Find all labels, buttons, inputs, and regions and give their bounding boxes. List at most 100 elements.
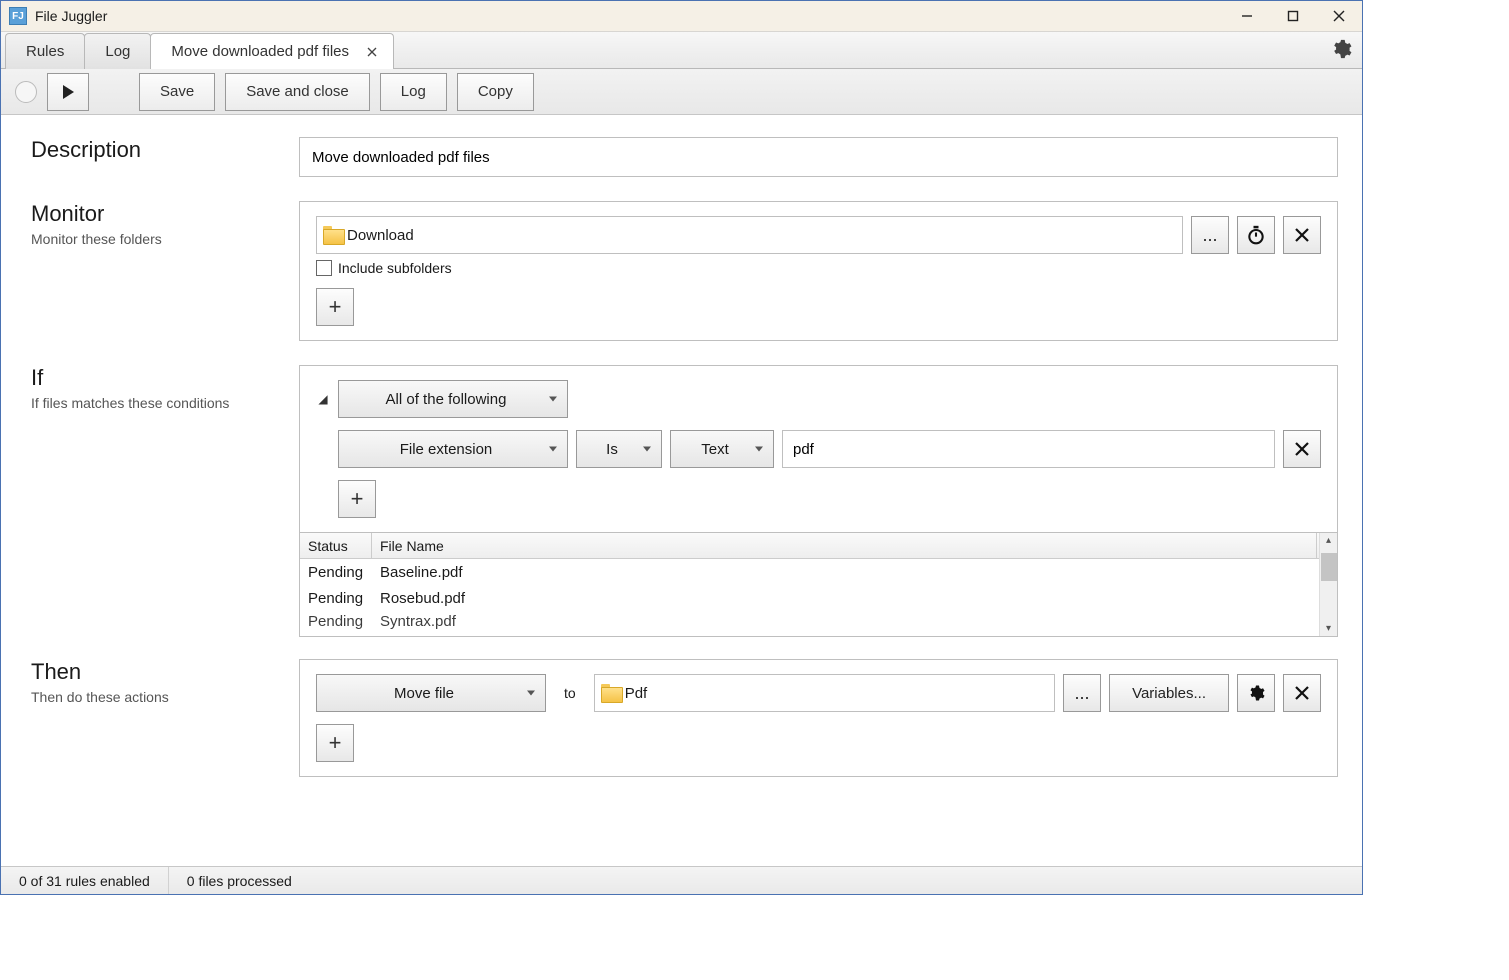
- condition-type-select[interactable]: Text: [670, 430, 774, 468]
- tab-rules-label: Rules: [26, 43, 64, 60]
- tab-close-button[interactable]: [363, 44, 381, 60]
- tab-active-rule[interactable]: Move downloaded pdf files: [150, 33, 394, 69]
- col-status-header[interactable]: Status: [300, 533, 372, 558]
- list-scrollbar[interactable]: ▴ ▾: [1319, 533, 1337, 636]
- scroll-thumb[interactable]: [1321, 553, 1337, 581]
- tab-log[interactable]: Log: [84, 33, 151, 69]
- action-folder-text: Pdf: [625, 685, 648, 702]
- close-icon: [1294, 685, 1310, 701]
- close-window-button[interactable]: [1316, 1, 1362, 32]
- section-monitor: Monitor Monitor these folders Download .…: [31, 201, 1338, 341]
- then-sub: Then do these actions: [31, 689, 299, 705]
- toolbar: Save Save and close Log Copy: [1, 69, 1362, 115]
- monitor-title: Monitor: [31, 201, 299, 227]
- list-item[interactable]: Pending Syntrax.pdf: [300, 611, 1337, 631]
- remove-folder-button[interactable]: [1283, 216, 1321, 254]
- action-browse-button[interactable]: ...: [1063, 674, 1101, 712]
- minimize-icon: [1238, 7, 1256, 25]
- browse-label: ...: [1075, 683, 1090, 704]
- save-label: Save: [160, 83, 194, 100]
- remove-condition-button[interactable]: [1283, 430, 1321, 468]
- monitor-sub: Monitor these folders: [31, 231, 299, 247]
- minimize-button[interactable]: [1224, 1, 1270, 32]
- browse-folder-button[interactable]: ...: [1191, 216, 1229, 254]
- condition-type-label: Text: [701, 441, 729, 458]
- run-button[interactable]: [47, 73, 89, 111]
- save-button[interactable]: Save: [139, 73, 215, 111]
- tab-active-label: Move downloaded pdf files: [171, 43, 349, 60]
- matched-files-list: Status File Name Pending Baseline.pdf Pe…: [299, 533, 1338, 637]
- add-condition-button[interactable]: +: [338, 480, 376, 518]
- condition-op-label: Is: [606, 441, 618, 458]
- gear-icon: [1247, 684, 1265, 702]
- tabstrip: Rules Log Move downloaded pdf files: [1, 32, 1362, 69]
- condition-group-mode-select[interactable]: All of the following: [338, 380, 568, 418]
- action-settings-button[interactable]: [1237, 674, 1275, 712]
- section-then: Then Then do these actions Move file to …: [31, 659, 1338, 777]
- timer-button[interactable]: [1237, 216, 1275, 254]
- section-if: If If files matches these conditions ◢ A…: [31, 365, 1338, 637]
- tab-rules[interactable]: Rules: [5, 33, 85, 69]
- window-title: File Juggler: [35, 8, 107, 24]
- group-mode-label: All of the following: [386, 391, 507, 408]
- maximize-button[interactable]: [1270, 1, 1316, 32]
- browse-label: ...: [1202, 225, 1217, 246]
- window-controls: [1224, 1, 1362, 32]
- condition-value-input[interactable]: [782, 430, 1275, 468]
- to-label: to: [554, 685, 586, 701]
- row-filename: Rosebud.pdf: [372, 590, 1337, 607]
- scroll-down-icon: ▾: [1326, 621, 1331, 636]
- action-folder-input[interactable]: Pdf: [594, 674, 1055, 712]
- condition-op-select[interactable]: Is: [576, 430, 662, 468]
- add-monitor-folder-button[interactable]: +: [316, 288, 354, 326]
- if-title: If: [31, 365, 299, 391]
- condition-field-select[interactable]: File extension: [338, 430, 568, 468]
- tab-log-label: Log: [105, 43, 130, 60]
- description-title: Description: [31, 137, 299, 163]
- close-icon: [1294, 227, 1310, 243]
- row-status: Pending: [300, 564, 372, 581]
- log-button[interactable]: Log: [380, 73, 447, 111]
- statusbar: 0 of 31 rules enabled 0 files processed: [1, 866, 1362, 894]
- then-panel: Move file to Pdf ... Variables...: [299, 659, 1338, 777]
- titlebar: FJ File Juggler: [1, 1, 1362, 32]
- list-item[interactable]: Pending Baseline.pdf: [300, 559, 1337, 585]
- if-sub: If files matches these conditions: [31, 395, 299, 411]
- include-subfolders-row[interactable]: Include subfolders: [316, 260, 1321, 276]
- list-item[interactable]: Pending Rosebud.pdf: [300, 585, 1337, 611]
- status-files: 0 files processed: [169, 867, 310, 894]
- status-rules: 0 of 31 rules enabled: [1, 867, 169, 894]
- settings-button[interactable]: [1330, 38, 1352, 66]
- folder-icon: [601, 684, 623, 702]
- col-filename-header[interactable]: File Name: [372, 533, 1317, 558]
- section-description: Description: [31, 137, 1338, 177]
- action-label: Move file: [394, 685, 454, 702]
- content-area: Description Monitor Monitor these folder…: [1, 115, 1362, 866]
- condition-field-label: File extension: [400, 441, 493, 458]
- copy-label: Copy: [478, 83, 513, 100]
- remove-action-button[interactable]: [1283, 674, 1321, 712]
- save-close-button[interactable]: Save and close: [225, 73, 370, 111]
- monitor-folder-input[interactable]: Download: [316, 216, 1183, 254]
- action-select[interactable]: Move file: [316, 674, 546, 712]
- gear-icon: [1330, 38, 1352, 60]
- copy-button[interactable]: Copy: [457, 73, 534, 111]
- add-action-button[interactable]: +: [316, 724, 354, 762]
- record-indicator[interactable]: [15, 81, 37, 103]
- include-subfolders-checkbox[interactable]: [316, 260, 332, 276]
- folder-icon: [323, 226, 345, 244]
- log-label: Log: [401, 83, 426, 100]
- collapse-toggle[interactable]: ◢: [316, 392, 330, 406]
- row-filename: Baseline.pdf: [372, 564, 1337, 581]
- play-icon: [63, 85, 74, 99]
- if-panel: ◢ All of the following File extension Is: [299, 365, 1338, 533]
- variables-button[interactable]: Variables...: [1109, 674, 1229, 712]
- stopwatch-icon: [1246, 225, 1266, 245]
- row-status: Pending: [300, 590, 372, 607]
- then-title: Then: [31, 659, 299, 685]
- description-input[interactable]: [299, 137, 1338, 177]
- close-icon: [1330, 7, 1348, 25]
- monitor-folder-text: Download: [347, 227, 414, 244]
- list-header: Status File Name: [300, 533, 1337, 559]
- save-close-label: Save and close: [246, 83, 349, 100]
